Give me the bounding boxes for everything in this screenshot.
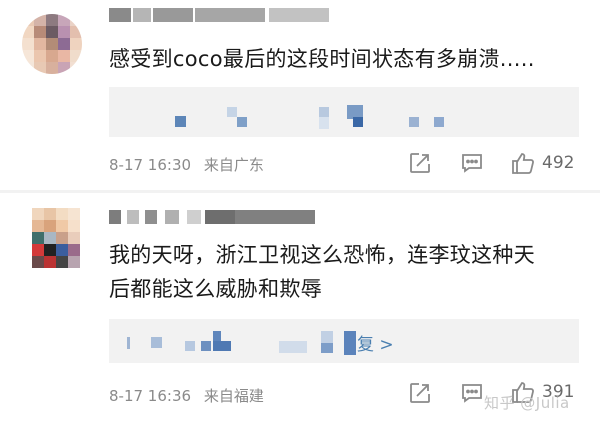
like-icon[interactable]	[510, 150, 536, 180]
share-icon[interactable]	[408, 151, 432, 179]
like-count: 492	[542, 153, 575, 173]
share-icon[interactable]	[408, 381, 432, 409]
comment-item: 感受到coco最后的这段时间状态有多崩溃..... 8-17 16:30 来自广…	[0, 0, 600, 190]
comment-location: 来自广东	[203, 156, 264, 174]
comment-icon[interactable]	[460, 381, 484, 409]
avatar[interactable]	[32, 208, 80, 268]
comment-location: 来自福建	[203, 387, 264, 405]
comment-icon[interactable]	[460, 151, 484, 179]
username-mosaic[interactable]	[109, 210, 319, 224]
view-reply-link[interactable]: 复 >	[357, 330, 394, 355]
comment-text: 感受到coco最后的这段时间状态有多崩溃.....	[109, 44, 535, 74]
comment-time: 8-17 16:30	[109, 156, 192, 174]
avatar[interactable]	[22, 14, 82, 74]
watermark: 知乎 @Julia	[484, 394, 570, 412]
username-mosaic[interactable]	[109, 8, 334, 22]
comment-text-line: 后都能这么威胁和欺辱	[109, 277, 322, 301]
comment-text: 我的天呀，浙江卫视这么恐怖，连李玟这种天 后都能这么威胁和欺辱	[109, 240, 535, 304]
comment-meta: 8-17 16:30 来自广东	[109, 154, 264, 175]
comment-time: 8-17 16:36	[109, 387, 192, 405]
quoted-reply-box[interactable]	[109, 319, 579, 363]
quoted-reply-box[interactable]	[109, 87, 579, 137]
comment-meta: 8-17 16:36 来自福建	[109, 385, 264, 406]
comment-text-line: 感受到coco最后的这段时间状态有多崩溃.....	[109, 47, 535, 71]
comment-text-line: 我的天呀，浙江卫视这么恐怖，连李玟这种天	[109, 243, 535, 267]
